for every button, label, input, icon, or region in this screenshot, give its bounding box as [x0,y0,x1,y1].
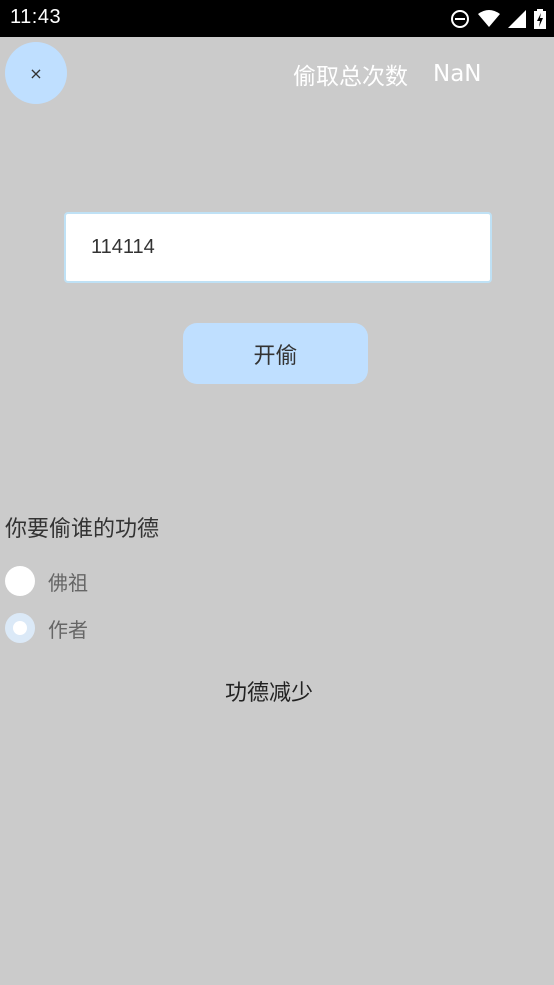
radio-button[interactable] [5,566,35,596]
steal-counter: 偷取总次数 NaN [293,57,482,91]
radio-label: 佛祖 [48,570,88,595]
battery-charging-icon [534,9,546,29]
radio-option-buddha[interactable]: 佛祖 [5,566,88,596]
radio-option-author[interactable]: 作者 [5,613,88,643]
radio-label: 作者 [48,617,88,642]
wifi-icon [478,10,500,28]
close-button[interactable]: × [5,42,67,104]
radio-button-selected[interactable] [5,613,35,643]
status-time: 11:43 [10,6,62,28]
status-bar: 11:43 [0,0,554,37]
counter-value: NaN [433,61,482,87]
target-question: 你要偷谁的功德 [5,517,160,542]
do-not-disturb-icon [450,9,470,29]
result-text: 功德减少 [224,681,313,706]
signal-icon [508,10,526,28]
status-icons [450,8,546,30]
start-steal-label: 开偷 [253,342,298,368]
start-steal-button[interactable]: 开偷 [183,323,368,384]
counter-label: 偷取总次数 [293,64,408,90]
amount-input[interactable] [64,212,492,283]
close-icon: × [29,63,43,83]
